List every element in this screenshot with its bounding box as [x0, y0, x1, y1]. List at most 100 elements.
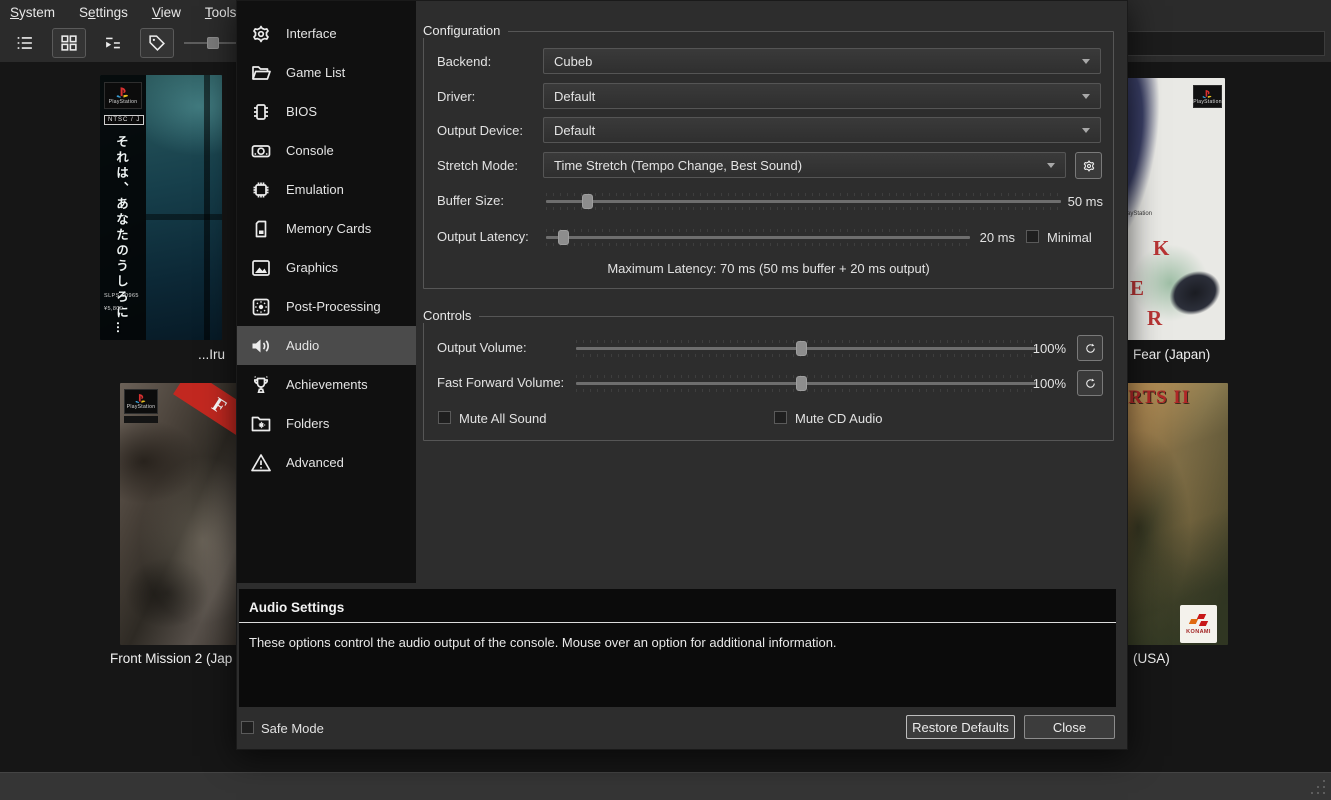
sidebar-item-game-list[interactable]: Game List: [237, 53, 416, 92]
settings-dialog: Interface Game List BIOS Console Emulati…: [236, 0, 1128, 750]
menu-tools[interactable]: Tools: [205, 5, 237, 20]
sidebar-item-memory-cards[interactable]: Memory Cards: [237, 209, 416, 248]
sidebar-item-achievements[interactable]: Achievements: [237, 365, 416, 404]
minimal-latency-label: Minimal: [1047, 230, 1092, 245]
cover-banner: F: [173, 383, 238, 443]
help-title: Audio Settings: [249, 600, 344, 615]
fast-forward-volume-slider[interactable]: [576, 375, 1036, 391]
output-latency-slider[interactable]: [546, 229, 970, 245]
playstation-logo: PlayStation: [124, 389, 158, 414]
settings-sidebar: Interface Game List BIOS Console Emulati…: [237, 1, 416, 583]
output-volume-label: Output Volume:: [437, 340, 527, 355]
grid-view-icon: [58, 32, 80, 54]
close-button[interactable]: Close: [1024, 715, 1115, 739]
status-bar: [0, 772, 1331, 800]
slider-thumb[interactable]: [796, 341, 807, 356]
playstation-logo: PlayStation: [1193, 85, 1222, 108]
folder-gear-icon: [249, 412, 273, 436]
output-volume-slider[interactable]: [576, 340, 1036, 356]
sidebar-item-advanced[interactable]: Advanced: [237, 443, 416, 482]
toolbar: [0, 26, 268, 60]
stretch-settings-button[interactable]: [1075, 152, 1102, 179]
buffer-size-value: 50 ms: [1063, 194, 1103, 209]
chip-icon: [249, 100, 273, 124]
output-device-select[interactable]: Default: [543, 117, 1101, 143]
reset-icon: [1083, 376, 1098, 391]
fast-forward-volume-reset-button[interactable]: [1077, 370, 1103, 396]
driver-select[interactable]: Default: [543, 83, 1101, 109]
sidebar-item-graphics[interactable]: Graphics: [237, 248, 416, 287]
playstation-logo: PlayStation: [104, 82, 142, 109]
slider-thumb[interactable]: [582, 194, 593, 209]
menu-view[interactable]: View: [152, 5, 181, 20]
menu-bar: System Settings View Tools: [0, 0, 236, 25]
buffer-size-label: Buffer Size:: [437, 193, 504, 208]
game-caption: (USA): [1133, 651, 1170, 666]
mute-cd-audio-label: Mute CD Audio: [795, 411, 882, 426]
output-latency-label: Output Latency:: [437, 229, 529, 244]
chevron-down-icon: [1047, 163, 1055, 168]
buffer-size-slider[interactable]: [546, 193, 1061, 209]
mute-all-sound-label: Mute All Sound: [459, 411, 546, 426]
mute-cd-audio-checkbox[interactable]: [774, 411, 787, 424]
fast-forward-volume-label: Fast Forward Volume:: [437, 375, 564, 390]
brightness-icon: [249, 295, 273, 319]
help-panel: Audio Settings These options control the…: [239, 589, 1116, 707]
backend-select[interactable]: Cubeb: [543, 48, 1101, 74]
fast-forward-volume-value: 100%: [1006, 376, 1066, 391]
list-view-icon: [14, 32, 36, 54]
sidebar-item-audio[interactable]: Audio: [237, 326, 416, 365]
stretch-mode-label: Stretch Mode:: [437, 158, 518, 173]
slider-thumb[interactable]: [796, 376, 807, 391]
konami-logo: KONAMI: [1180, 605, 1217, 643]
game-cover-front-mission-2[interactable]: F PlayStation: [120, 383, 238, 645]
sidebar-item-console[interactable]: Console: [237, 131, 416, 170]
gear-icon: [249, 22, 273, 46]
chevron-down-icon: [1082, 59, 1090, 64]
resume-last-button[interactable]: [96, 28, 130, 58]
duckstation-window: System Settings View Tools: [0, 0, 1331, 800]
help-description: These options control the audio output o…: [249, 635, 1102, 650]
chevron-down-icon: [1082, 128, 1090, 133]
list-view-button[interactable]: [8, 28, 42, 58]
resume-list-icon: [102, 32, 124, 54]
tag-icon: [146, 32, 168, 54]
game-cover-sore-wa[interactable]: PlayStation NTSC / J それは、あなたのうしろに… SLPS …: [100, 75, 222, 340]
sidebar-item-folders[interactable]: Folders: [237, 404, 416, 443]
sidebar-item-post-processing[interactable]: Post-Processing: [237, 287, 416, 326]
slider-track: [546, 236, 970, 239]
sidebar-item-bios[interactable]: BIOS: [237, 92, 416, 131]
max-latency-text: Maximum Latency: 70 ms (50 ms buffer + 2…: [423, 261, 1114, 276]
slider-thumb[interactable]: [558, 230, 569, 245]
output-latency-value: 20 ms: [975, 230, 1015, 245]
memory-card-icon: [249, 217, 273, 241]
minimal-latency-checkbox[interactable]: [1026, 230, 1039, 243]
chevron-down-icon: [1082, 94, 1090, 99]
output-volume-reset-button[interactable]: [1077, 335, 1103, 361]
grid-view-button[interactable]: [52, 28, 86, 58]
reset-icon: [1083, 341, 1098, 356]
folder-open-icon: [249, 61, 273, 85]
slider-thumb[interactable]: [207, 37, 219, 49]
safe-mode-checkbox[interactable]: [241, 721, 254, 734]
game-caption: Fear (Japan): [1133, 347, 1210, 362]
group-title: Controls: [423, 308, 479, 323]
trophy-icon: [249, 373, 273, 397]
cpu-icon: [249, 178, 273, 202]
resize-grip[interactable]: [1308, 777, 1328, 797]
restore-defaults-button[interactable]: Restore Defaults: [906, 715, 1015, 739]
tag-filter-button[interactable]: [140, 28, 174, 58]
speaker-icon: [249, 334, 273, 358]
safe-mode-label: Safe Mode: [261, 721, 324, 736]
menu-system[interactable]: System: [10, 5, 55, 20]
console-icon: [249, 139, 273, 163]
game-caption: Front Mission 2 (Jap: [110, 651, 232, 666]
gear-icon: [1081, 158, 1097, 174]
menu-settings[interactable]: Settings: [79, 5, 128, 20]
sidebar-item-interface[interactable]: Interface: [237, 14, 416, 53]
stretch-mode-select[interactable]: Time Stretch (Tempo Change, Best Sound): [543, 152, 1066, 178]
ntsc-badge: NTSC / J: [104, 115, 144, 125]
divider: [239, 622, 1116, 623]
mute-all-sound-checkbox[interactable]: [438, 411, 451, 424]
sidebar-item-emulation[interactable]: Emulation: [237, 170, 416, 209]
